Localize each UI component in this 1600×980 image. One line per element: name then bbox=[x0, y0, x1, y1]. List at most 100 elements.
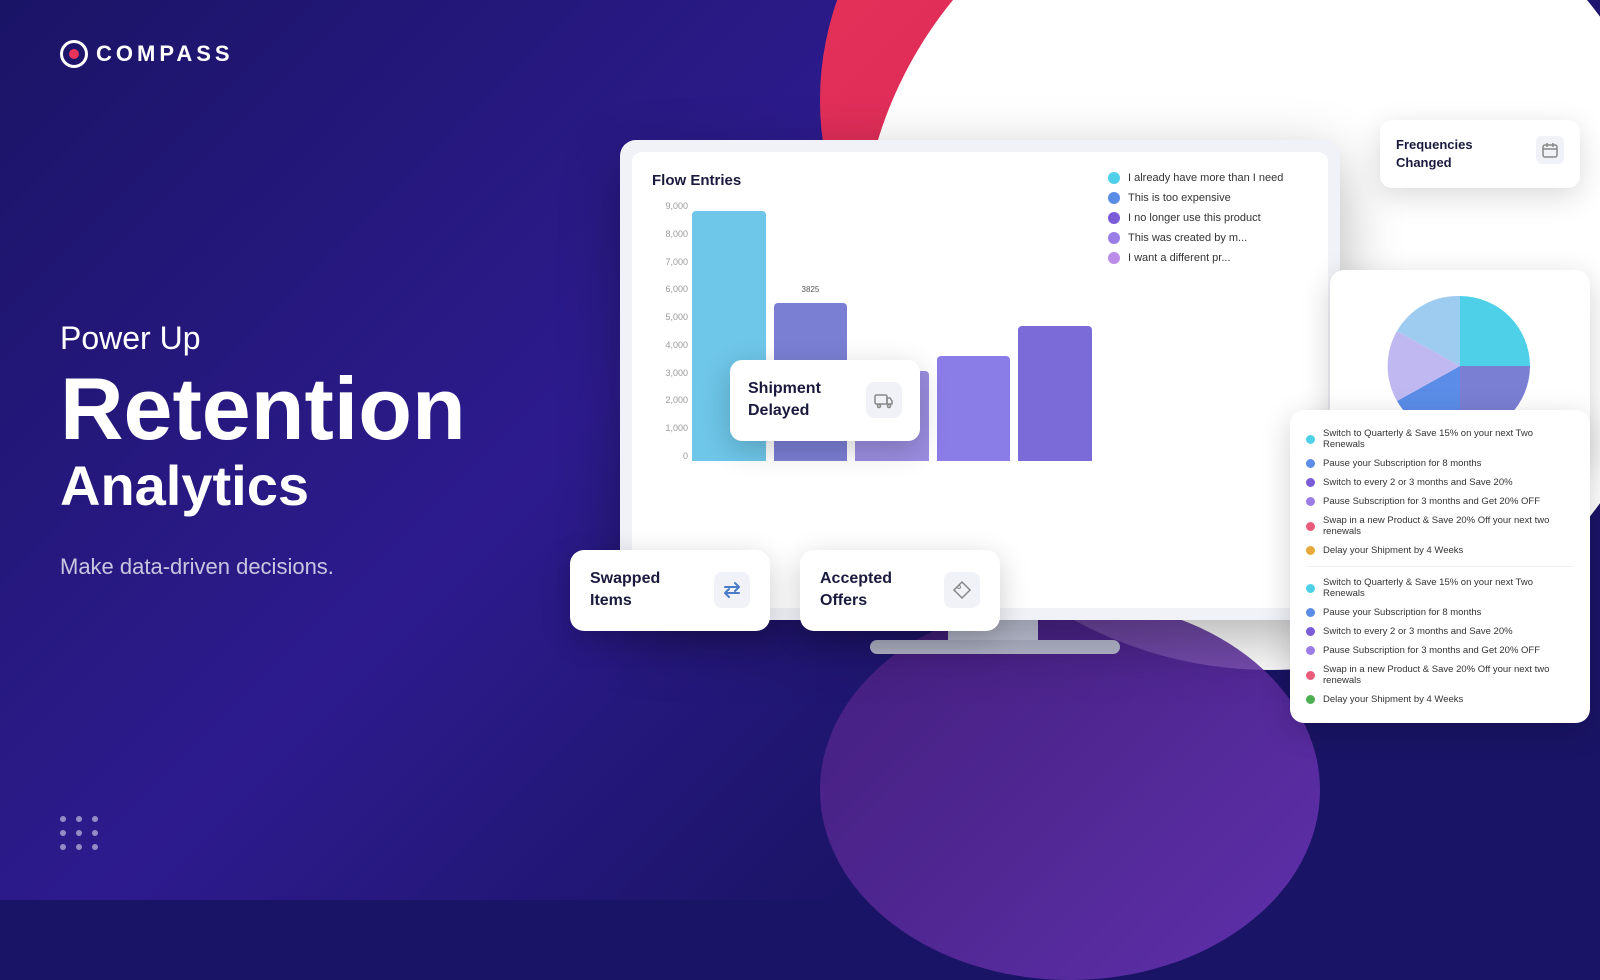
swapped-items-card: SwappedItems bbox=[570, 550, 770, 631]
list-label-8: Pause your Subscription for 8 months bbox=[1323, 607, 1481, 618]
list-label-3: Switch to every 2 or 3 months and Save 2… bbox=[1323, 477, 1513, 488]
pie-segment-1 bbox=[1460, 296, 1530, 366]
list-dot-4 bbox=[1306, 497, 1315, 506]
frequencies-icon bbox=[1536, 136, 1564, 164]
offers-icon bbox=[944, 572, 980, 608]
list-label-11: Swap in a new Product & Save 20% Off you… bbox=[1323, 664, 1574, 686]
list-dot-7 bbox=[1306, 584, 1315, 593]
legend-item-4: This was created by m... bbox=[1108, 232, 1308, 244]
y-label-7000: 7,000 bbox=[652, 257, 688, 267]
legend-panel: I already have more than I need This is … bbox=[1108, 172, 1308, 588]
swapped-icon bbox=[714, 572, 750, 608]
legend-label-3: I no longer use this product bbox=[1128, 212, 1261, 224]
bar-group-4 bbox=[937, 356, 1011, 461]
hero-line1: Power Up bbox=[60, 320, 540, 357]
legend-dot-2 bbox=[1108, 192, 1120, 204]
tag-icon bbox=[952, 580, 972, 600]
y-label-4000: 4,000 bbox=[652, 340, 688, 350]
list-divider bbox=[1306, 566, 1574, 567]
legend-dot-3 bbox=[1108, 212, 1120, 224]
legend-dot-5 bbox=[1108, 252, 1120, 264]
y-label-1000: 1,000 bbox=[652, 423, 688, 433]
accepted-offers-card: AcceptedOffers bbox=[800, 550, 1000, 631]
list-item-12: Delay your Shipment by 4 Weeks bbox=[1306, 690, 1574, 709]
list-label-1: Switch to Quarterly & Save 15% on your n… bbox=[1323, 428, 1574, 450]
dot bbox=[92, 816, 98, 822]
list-item-7: Switch to Quarterly & Save 15% on your n… bbox=[1306, 573, 1574, 603]
bar-4 bbox=[937, 356, 1011, 461]
legend-item-1: I already have more than I need bbox=[1108, 172, 1308, 184]
list-label-2: Pause your Subscription for 8 months bbox=[1323, 458, 1481, 469]
legend-item-5: I want a different pr... bbox=[1108, 252, 1308, 264]
hero-line2: Retention bbox=[60, 365, 540, 453]
shipment-delayed-card: ShipmentDelayed bbox=[730, 360, 920, 441]
decorative-dots bbox=[60, 816, 100, 850]
list-label-7: Switch to Quarterly & Save 15% on your n… bbox=[1323, 577, 1574, 599]
dashboard-area: Flow Entries 0 1,000 2,000 3,000 4,000 5… bbox=[560, 60, 1600, 900]
offers-title: AcceptedOffers bbox=[820, 568, 892, 613]
dot bbox=[92, 844, 98, 850]
legend-label-4: This was created by m... bbox=[1128, 232, 1247, 244]
list-label-5: Swap in a new Product & Save 20% Off you… bbox=[1323, 515, 1574, 537]
list-item-2: Pause your Subscription for 8 months bbox=[1306, 454, 1574, 473]
hero-content: Power Up Retention Analytics Make data-d… bbox=[60, 0, 540, 900]
monitor-screen: Flow Entries 0 1,000 2,000 3,000 4,000 5… bbox=[620, 140, 1340, 620]
dot bbox=[60, 844, 66, 850]
y-label-8000: 8,000 bbox=[652, 229, 688, 239]
bar-5 bbox=[1018, 326, 1092, 461]
legend-item-2: This is too expensive bbox=[1108, 192, 1308, 204]
list-item-11: Swap in a new Product & Save 20% Off you… bbox=[1306, 660, 1574, 690]
list-card: Switch to Quarterly & Save 15% on your n… bbox=[1290, 410, 1590, 723]
y-axis: 0 1,000 2,000 3,000 4,000 5,000 6,000 7,… bbox=[652, 201, 688, 461]
dot bbox=[60, 830, 66, 836]
dot bbox=[92, 830, 98, 836]
frequencies-card: FrequenciesChanged bbox=[1380, 120, 1580, 188]
monitor-stand-base bbox=[870, 640, 1120, 654]
chart-title: Flow Entries bbox=[652, 172, 1092, 189]
y-label-9000: 9,000 bbox=[652, 201, 688, 211]
legend-dot-1 bbox=[1108, 172, 1120, 184]
list-label-10: Pause Subscription for 3 months and Get … bbox=[1323, 645, 1540, 656]
list-item-1: Switch to Quarterly & Save 15% on your n… bbox=[1306, 424, 1574, 454]
list-dot-10 bbox=[1306, 646, 1315, 655]
calendar-icon bbox=[1542, 142, 1558, 158]
list-dot-5 bbox=[1306, 522, 1315, 531]
hero-line3: Analytics bbox=[60, 453, 540, 518]
legend-list: I already have more than I need This is … bbox=[1108, 172, 1308, 264]
list-dot-1 bbox=[1306, 435, 1315, 444]
hero-subtitle: Make data-driven decisions. bbox=[60, 554, 540, 580]
bar-group-5 bbox=[1018, 326, 1092, 461]
legend-label-5: I want a different pr... bbox=[1128, 252, 1231, 264]
list-label-6: Delay your Shipment by 4 Weeks bbox=[1323, 545, 1463, 556]
dot bbox=[60, 816, 66, 822]
list-item-9: Switch to every 2 or 3 months and Save 2… bbox=[1306, 622, 1574, 641]
list-dot-11 bbox=[1306, 671, 1315, 680]
list-item-4: Pause Subscription for 3 months and Get … bbox=[1306, 492, 1574, 511]
swap-icon bbox=[721, 579, 743, 601]
shipment-icon bbox=[866, 382, 902, 418]
list-label-4: Pause Subscription for 3 months and Get … bbox=[1323, 496, 1540, 507]
legend-label-2: This is too expensive bbox=[1128, 192, 1231, 204]
dot bbox=[76, 816, 82, 822]
dot bbox=[76, 830, 82, 836]
list-label-9: Switch to every 2 or 3 months and Save 2… bbox=[1323, 626, 1513, 637]
truck-icon bbox=[874, 390, 894, 410]
legend-label-1: I already have more than I need bbox=[1128, 172, 1283, 184]
list-dot-8 bbox=[1306, 608, 1315, 617]
list-dot-2 bbox=[1306, 459, 1315, 468]
y-label-3000: 3,000 bbox=[652, 368, 688, 378]
list-dot-3 bbox=[1306, 478, 1315, 487]
list-item-6: Delay your Shipment by 4 Weeks bbox=[1306, 541, 1574, 560]
list-dot-6 bbox=[1306, 546, 1315, 555]
bar-2-label: 3825 bbox=[801, 285, 819, 294]
list-item-10: Pause Subscription for 3 months and Get … bbox=[1306, 641, 1574, 660]
y-label-5000: 5,000 bbox=[652, 312, 688, 322]
list-dot-9 bbox=[1306, 627, 1315, 636]
legend-dot-4 bbox=[1108, 232, 1120, 244]
list-label-12: Delay your Shipment by 4 Weeks bbox=[1323, 694, 1463, 705]
y-label-0: 0 bbox=[652, 451, 688, 461]
y-label-6000: 6,000 bbox=[652, 284, 688, 294]
shipment-title: ShipmentDelayed bbox=[748, 378, 821, 423]
list-dot-12 bbox=[1306, 695, 1315, 704]
swapped-title: SwappedItems bbox=[590, 568, 660, 613]
